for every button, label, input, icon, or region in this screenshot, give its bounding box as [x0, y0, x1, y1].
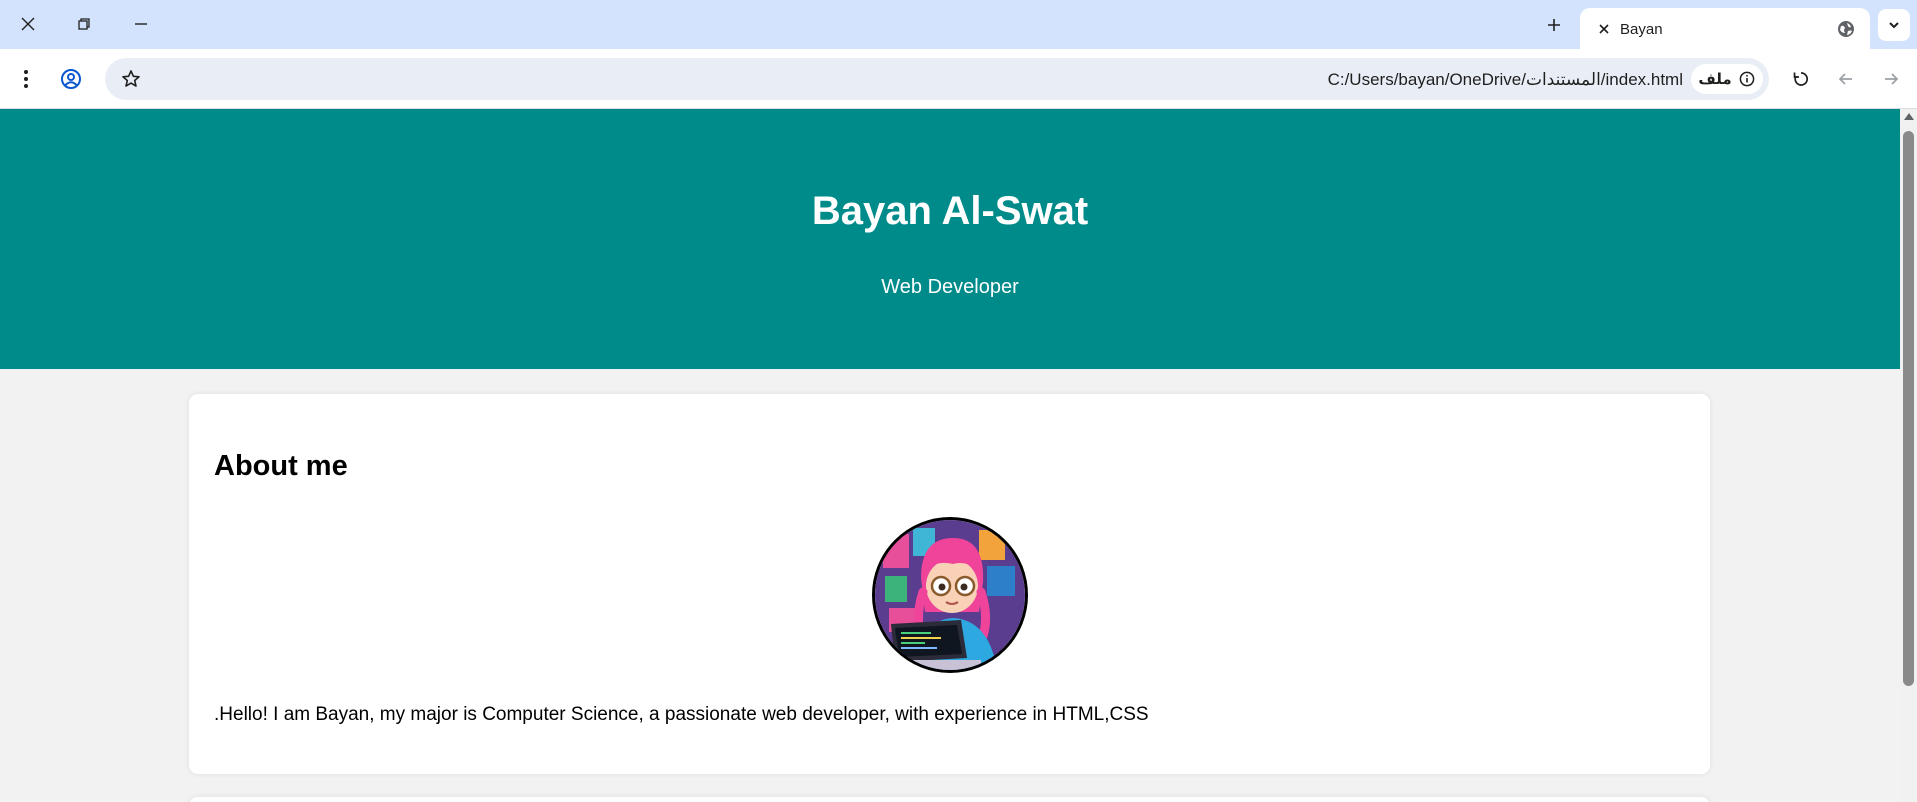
- active-tab[interactable]: Bayan: [1580, 8, 1870, 49]
- tab-title: Bayan: [1620, 21, 1663, 38]
- menu-button[interactable]: [10, 63, 42, 95]
- globe-icon: [1836, 19, 1856, 39]
- arrow-back-icon: [1838, 73, 1852, 85]
- tab-close-button[interactable]: [1592, 17, 1616, 41]
- profile-icon: [61, 69, 81, 89]
- new-tab-button[interactable]: [1538, 9, 1570, 41]
- next-section: [189, 797, 1710, 802]
- plus-icon: [1548, 19, 1560, 31]
- site-scheme-label: ملف: [1698, 71, 1732, 88]
- page-header: Bayan Al-Swat Web Developer: [0, 109, 1900, 369]
- browser-toolbar: C:/Users/bayan/OneDrive/المستندات/index.…: [0, 49, 1917, 109]
- profile-button[interactable]: [55, 63, 87, 95]
- arrow-forward-icon: [1885, 73, 1899, 85]
- back-button[interactable]: [1830, 63, 1862, 95]
- close-icon: [21, 17, 35, 31]
- more-vert-icon: [24, 70, 28, 88]
- minimize-icon: [135, 23, 147, 25]
- about-text: .Hello! I am Bayan, my major is Computer…: [214, 704, 1149, 725]
- info-icon: [1738, 70, 1756, 88]
- section-title: About me: [214, 450, 348, 482]
- restore-icon: [78, 18, 90, 30]
- chevron-down-icon: [1889, 22, 1899, 29]
- url-text[interactable]: C:/Users/bayan/OneDrive/المستندات/index.…: [1328, 70, 1683, 90]
- avatar: [872, 517, 1028, 673]
- tab-search-button[interactable]: [1878, 9, 1910, 41]
- close-icon: [1599, 24, 1609, 34]
- page-viewport: Bayan Al-Swat Web Developer About me .He…: [0, 109, 1917, 802]
- star-icon: [122, 70, 140, 87]
- bookmark-button[interactable]: [119, 67, 143, 91]
- page-title: Bayan Al-Swat: [811, 189, 1089, 233]
- window-minimize-button[interactable]: [113, 6, 169, 42]
- reload-button[interactable]: [1785, 63, 1817, 95]
- forward-button[interactable]: [1875, 63, 1907, 95]
- page-subtitle: Web Developer: [881, 276, 1019, 298]
- reload-icon: [1793, 72, 1809, 86]
- tab-strip: Bayan: [0, 0, 1917, 49]
- window-close-button[interactable]: [0, 6, 56, 42]
- scroll-up-arrow[interactable]: [1904, 113, 1914, 120]
- page-scrollbar[interactable]: [1900, 109, 1917, 802]
- about-section: About me .Hello! I am Bayan, my major is…: [189, 394, 1710, 774]
- window-restore-button[interactable]: [56, 6, 112, 42]
- scrollbar-thumb[interactable]: [1903, 131, 1914, 686]
- address-bar[interactable]: C:/Users/bayan/OneDrive/المستندات/index.…: [105, 58, 1769, 100]
- site-info-chip[interactable]: ملف: [1691, 64, 1763, 94]
